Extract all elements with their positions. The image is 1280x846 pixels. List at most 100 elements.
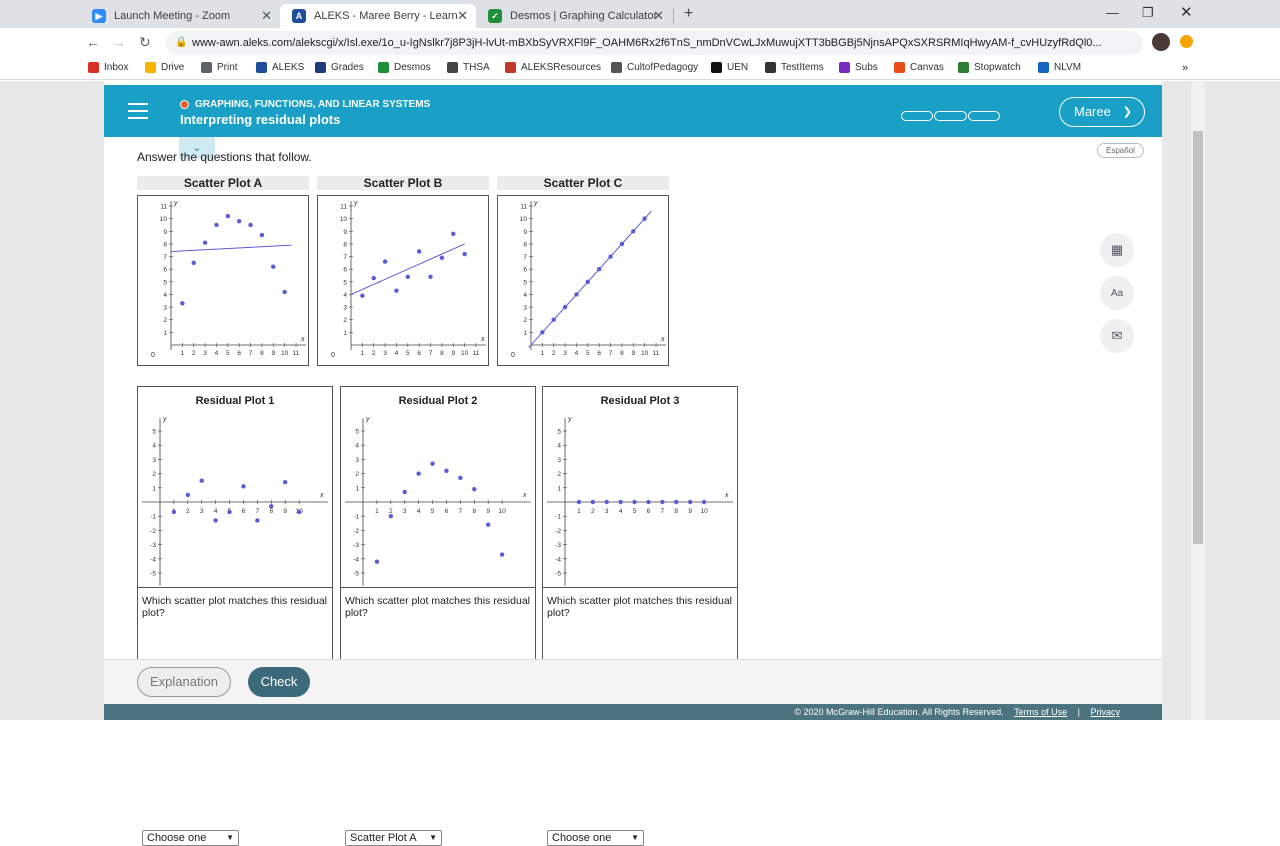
- residual-plot-3-select[interactable]: Choose one ▼: [547, 830, 644, 846]
- y-tick-label: 1: [343, 330, 347, 337]
- module-name: GRAPHING, FUNCTIONS, AND LINEAR SYSTEMS: [180, 99, 430, 110]
- subs-icon: [839, 62, 850, 73]
- page-scrollbar[interactable]: [1191, 81, 1205, 720]
- bookmark-nlvm[interactable]: NLVM: [1038, 62, 1081, 73]
- scrollbar-thumb[interactable]: [1193, 131, 1203, 544]
- bookmark-uen[interactable]: UEN: [711, 62, 748, 73]
- data-point: [618, 499, 623, 505]
- url-field[interactable]: 🔒 www-awn.aleks.com/alekscgi/x/Isl.exe/1…: [166, 31, 1143, 55]
- data-point: [269, 504, 274, 509]
- close-tab-icon[interactable]: ✕: [457, 8, 468, 24]
- tab-aleks[interactable]: A ALEKS - Maree Berry - Learn ✕: [280, 4, 476, 28]
- residual-plot-2-question: Which scatter plot matches this residual…: [341, 587, 535, 846]
- x-tick-label: 8: [620, 350, 624, 357]
- x-tick-label: 11: [473, 350, 480, 357]
- data-point: [227, 509, 232, 515]
- y-tick-label: -4: [555, 556, 561, 563]
- bookmark-print[interactable]: Print: [201, 62, 238, 73]
- bookmark-testitems[interactable]: TestItems: [765, 62, 824, 73]
- close-tab-icon[interactable]: ✕: [261, 8, 272, 24]
- y-tick-label: 1: [355, 485, 359, 492]
- y-tick-label: 4: [163, 292, 167, 299]
- bookmark-canvas[interactable]: Canvas: [894, 62, 944, 73]
- tab-desmos[interactable]: ✓ Desmos | Graphing Calculator ✕: [476, 4, 672, 28]
- data-point: [444, 468, 449, 473]
- bookmark-inbox[interactable]: Inbox: [88, 62, 128, 73]
- data-point: [185, 492, 191, 498]
- explanation-button[interactable]: Explanation: [137, 667, 231, 697]
- residual-plot-2-svg: x y 1 2 3 4 5 6 7 8 9 10 -5 -4 -3 -2 -1 1 2 3 4 5: [345, 416, 531, 586]
- back-icon[interactable]: ←: [86, 34, 100, 50]
- y-tick-label: 3: [355, 457, 359, 464]
- residual-plot-2-select[interactable]: Scatter Plot A ▼: [345, 830, 442, 846]
- copyright-text: © 2020 McGraw-Hill Education. All Rights…: [794, 707, 1004, 717]
- data-point: [416, 249, 422, 254]
- y-tick-label: 8: [343, 241, 347, 248]
- more-bookmarks-icon[interactable]: »: [1182, 62, 1188, 74]
- user-menu-button[interactable]: Maree ❯: [1059, 97, 1145, 127]
- calculator-icon[interactable]: ▦: [1100, 233, 1134, 267]
- close-tab-icon[interactable]: ✕: [653, 8, 664, 24]
- data-point: [199, 478, 204, 483]
- y-tick-label: 2: [355, 471, 359, 478]
- espanol-button[interactable]: Español: [1097, 143, 1144, 158]
- menu-icon[interactable]: [128, 103, 148, 119]
- restore-icon[interactable]: ❐: [1142, 5, 1154, 21]
- bookmark-subs[interactable]: Subs: [839, 62, 878, 73]
- minimize-icon[interactable]: —: [1106, 5, 1119, 20]
- bookmark-stopwatch[interactable]: Stopwatch: [958, 62, 1021, 73]
- scatter-plot-b-svg: xy0 11223344556677889910101111: [331, 200, 486, 359]
- x-tick-label: 5: [431, 508, 435, 515]
- forward-icon[interactable]: →: [112, 34, 126, 50]
- bookmark-cultofpedagogy[interactable]: CultofPedagogy: [611, 62, 698, 73]
- tab-zoom[interactable]: ▶ Launch Meeting - Zoom ✕: [80, 4, 280, 28]
- reload-icon[interactable]: ↻: [139, 34, 151, 51]
- canvas-icon: [894, 62, 905, 73]
- data-point: [604, 499, 609, 505]
- profile-avatar[interactable]: [1152, 33, 1170, 51]
- data-point: [576, 499, 582, 505]
- y-tick-label: 3: [343, 305, 347, 312]
- data-point: [608, 254, 613, 259]
- mail-icon[interactable]: ✉: [1100, 319, 1134, 353]
- bookmark-aleksresources[interactable]: ALEKSResources: [505, 62, 601, 73]
- x-tick-label: 5: [586, 350, 590, 357]
- y-tick-label: 2: [163, 317, 167, 324]
- data-point: [439, 255, 445, 261]
- new-tab-button[interactable]: +: [684, 5, 693, 23]
- check-button[interactable]: Check: [248, 667, 310, 697]
- url-text: www-awn.aleks.com/alekscgi/x/Isl.exe/1o_…: [192, 37, 1102, 49]
- bookmark-drive[interactable]: Drive: [145, 62, 184, 73]
- dictionary-icon[interactable]: Aa: [1100, 276, 1134, 310]
- data-point: [585, 279, 591, 285]
- privacy-link[interactable]: Privacy: [1090, 707, 1120, 717]
- dropdown-caret-icon: ▼: [631, 833, 639, 842]
- x-tick-label: 4: [395, 350, 399, 357]
- x-tick-label: 5: [633, 508, 637, 515]
- data-point: [225, 213, 231, 219]
- aleks-icon: A: [292, 9, 306, 23]
- terms-link[interactable]: Terms of Use: [1014, 707, 1067, 717]
- bookmark-desmos[interactable]: Desmos: [378, 62, 431, 73]
- y-tick-label: 9: [523, 229, 527, 236]
- extension-icon[interactable]: [1180, 35, 1193, 48]
- close-window-icon[interactable]: ✕: [1180, 3, 1193, 21]
- bookmark-aleks[interactable]: ALEKS: [256, 62, 304, 73]
- y-tick-label: -3: [150, 542, 156, 549]
- x-tick-label: 4: [575, 350, 579, 357]
- x-tick-label: 8: [269, 508, 273, 515]
- data-point: [296, 509, 302, 515]
- data-point: [642, 216, 647, 221]
- residual-plot-1-select[interactable]: Choose one ▼: [142, 830, 239, 846]
- bookmark-grades[interactable]: Grades: [315, 62, 364, 73]
- browser-tab-strip: ▶ Launch Meeting - Zoom ✕ A ALEKS - Mare…: [0, 0, 1280, 28]
- bookmarks-bar: Inbox Drive Print ALEKS Grades Desmos TH…: [0, 58, 1280, 80]
- residual-plot-1-title: Residual Plot 1: [195, 395, 275, 407]
- flag-icon: [765, 62, 776, 73]
- x-tick-label: 5: [406, 350, 410, 357]
- dropdown-caret-icon: ▼: [429, 833, 437, 842]
- bookmark-thsa[interactable]: THSA: [447, 62, 490, 73]
- x-tick-label: 3: [403, 508, 407, 515]
- y-axis-label: y: [162, 416, 167, 423]
- y-tick-label: -2: [353, 528, 359, 535]
